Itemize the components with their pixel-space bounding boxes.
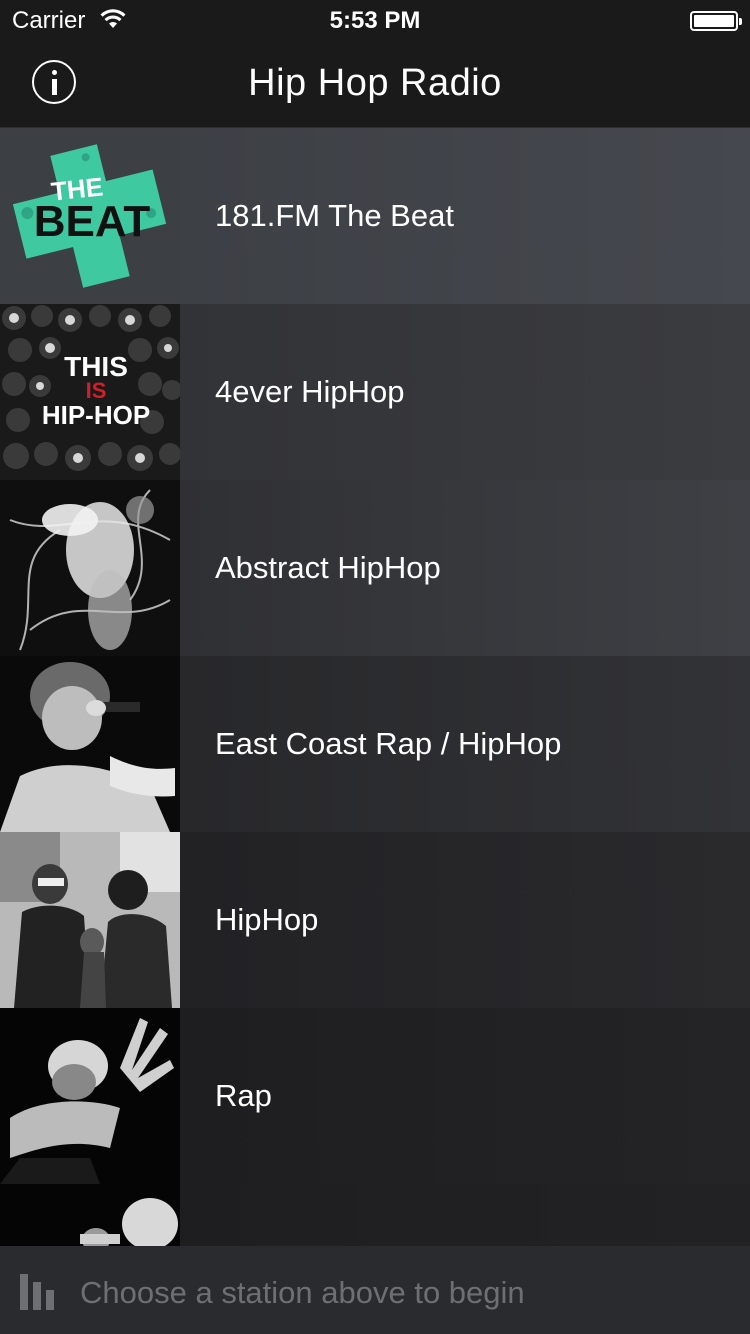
station-image-rap: [0, 1008, 180, 1184]
station-name: 181.FM The Beat: [215, 198, 454, 233]
station-row[interactable]: HipHop: [0, 832, 750, 1008]
station-list[interactable]: THE BEAT 181.FM The Beat THIS IS HIP-HOP…: [0, 128, 750, 1246]
logo-text: BEAT: [34, 197, 151, 246]
station-name: 4ever HipHop: [215, 374, 405, 409]
player-bar[interactable]: Choose a station above to begin: [0, 1246, 750, 1334]
station-image-abstract: [0, 480, 180, 656]
nav-bar: Hip Hop Radio: [0, 40, 750, 128]
station-row[interactable]: Abstract HipHop: [0, 480, 750, 656]
station-row[interactable]: THE BEAT 181.FM The Beat: [0, 128, 750, 304]
station-image-east-coast: [0, 656, 180, 832]
station-name: Abstract HipHop: [215, 550, 441, 585]
player-prompt: Choose a station above to begin: [80, 1275, 525, 1310]
station-row[interactable]: [0, 1184, 750, 1246]
logo-text: HIP-HOP: [42, 400, 150, 430]
station-image-partial: [0, 1184, 180, 1246]
equalizer-icon: [20, 1274, 62, 1310]
station-row[interactable]: East Coast Rap / HipHop: [0, 656, 750, 832]
station-logo-the-beat: THE BEAT: [0, 128, 180, 304]
station-row[interactable]: THIS IS HIP-HOP 4ever HipHop: [0, 304, 750, 480]
station-image-hiphop: [0, 832, 180, 1008]
battery-icon: [690, 11, 742, 31]
page-title: Hip Hop Radio: [248, 62, 502, 104]
station-name: HipHop: [215, 902, 319, 937]
station-logo-this-is-hiphop: THIS IS HIP-HOP: [0, 304, 180, 480]
station-row[interactable]: Rap: [0, 1008, 750, 1184]
station-name: Rap: [215, 1078, 272, 1113]
status-bar: Carrier 5:53 PM: [0, 0, 750, 40]
station-name: East Coast Rap / HipHop: [215, 726, 562, 761]
clock: 5:53 PM: [329, 7, 421, 34]
